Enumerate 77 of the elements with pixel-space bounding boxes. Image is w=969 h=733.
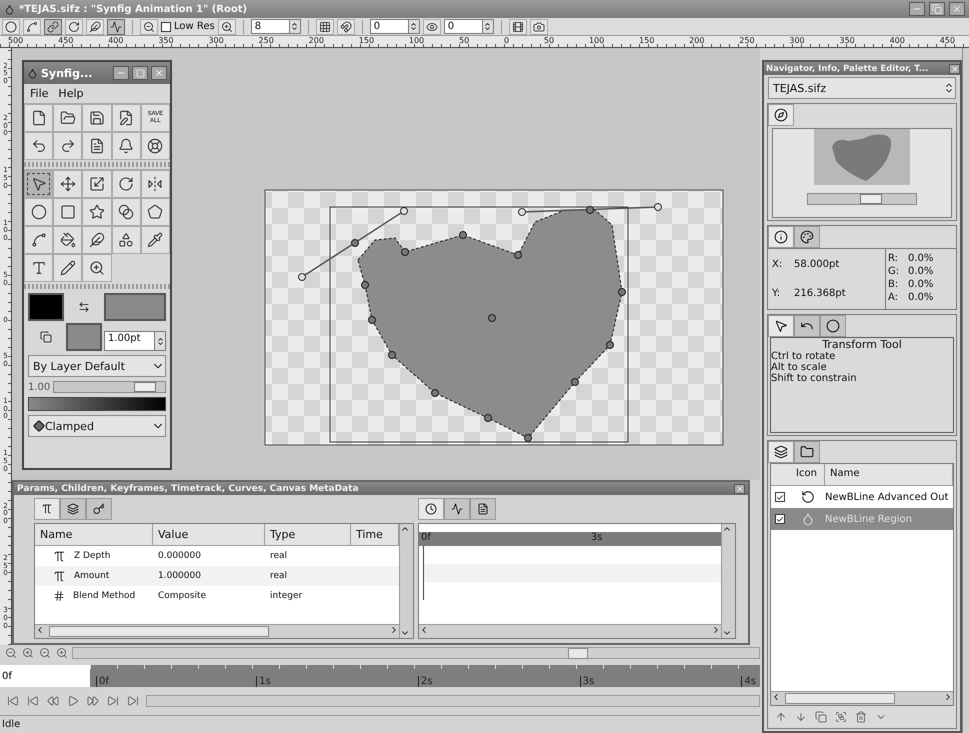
ruler-label: 100 — [588, 36, 604, 47]
opacity-value: 1.00 — [28, 382, 50, 392]
param-type: real — [269, 551, 288, 561]
channel-label: G: — [888, 266, 900, 279]
layer-name: NewBLine Advanced Out — [825, 492, 950, 502]
column-header[interactable]: Name — [825, 464, 953, 485]
layer-name: NewBLine Region — [825, 514, 913, 524]
menu-item[interactable]: Help — [58, 87, 84, 100]
ruler-label: 150 — [639, 36, 654, 47]
time-label: 4s — [741, 676, 756, 687]
param-name: Z Depth — [73, 551, 110, 561]
blend-method-dropdown[interactable]: By Layer Default — [28, 355, 166, 377]
ruler-label: 350 — [839, 36, 855, 47]
window-title: *TEJAS.sifz : "Synfig Animation 1" (Root) — [19, 4, 248, 14]
status-text: Idle — [2, 719, 20, 730]
low-res-checkbox[interactable]: Low Res — [161, 21, 215, 32]
ruler-label: 300 — [208, 36, 224, 47]
column-header[interactable]: Value — [153, 524, 265, 545]
ruler-label: 300 — [789, 36, 805, 47]
channel-value: 0.0% — [908, 266, 934, 279]
param-type: real — [269, 571, 288, 581]
time-label: 1s — [256, 676, 271, 687]
quality-spinner[interactable]: 8 — [250, 19, 301, 34]
param-name: Amount — [73, 571, 110, 581]
tool-title: Transform Tool — [821, 338, 903, 351]
channel-value: 0.0% — [908, 279, 934, 292]
ruler-label: 400 — [108, 36, 124, 47]
info-label: Y: — [772, 288, 782, 299]
channel-value: 0.0% — [908, 292, 934, 305]
ruler-label: 200 — [308, 36, 324, 47]
ruler-label: 50 — [458, 36, 470, 47]
ruler-label: 200 — [689, 36, 704, 47]
current-time-field[interactable]: 0f — [0, 665, 90, 687]
ruler-label: 450 — [58, 36, 74, 47]
ruler-label: 500 — [8, 36, 24, 47]
panel-title: Params, Children, Keyframes, Timetrack, Curves, Canvas MetaData — [17, 484, 359, 494]
info-value: 216.368pt — [794, 288, 847, 299]
column-header[interactable]: Name — [35, 524, 153, 545]
future-onion-spinner[interactable]: 0 — [444, 19, 494, 34]
column-header[interactable]: Icon — [791, 464, 825, 485]
ruler-label: 400 — [890, 36, 905, 47]
tool-hint: Ctrl to rotate — [771, 351, 836, 362]
file-dropdown[interactable]: TEJAS.sifz — [768, 77, 956, 99]
param-value: 0.000000 — [157, 551, 202, 561]
toolbox-title: Synfig... — [41, 66, 94, 80]
width-spinner[interactable]: 1.00pt — [104, 331, 166, 351]
channel-label: A: — [888, 292, 900, 305]
time-label: 2s — [418, 676, 432, 687]
ruler-label: 150 — [358, 36, 374, 47]
tool-hint: Shift to constrain — [771, 373, 858, 384]
info-value: 58.000pt — [794, 259, 840, 270]
channel-label: B: — [888, 279, 900, 292]
ruler-label: 0 — [504, 36, 510, 47]
ruler-label: 50 — [544, 36, 554, 47]
param-name: Blend Method — [72, 591, 136, 601]
tool-hint: Alt to scale — [771, 362, 828, 373]
time-label: 0f — [421, 532, 431, 545]
param-type: integer — [269, 591, 304, 601]
ruler-label: 100 — [408, 36, 424, 47]
time-label: 0f — [96, 676, 109, 687]
ruler-label: 450 — [940, 36, 955, 47]
panel-title: Navigator, Info, Palette Editor, T... — [766, 64, 930, 74]
channel-label: R: — [888, 253, 900, 266]
time-label: 3s — [580, 676, 594, 687]
interpolation-dropdown[interactable]: Clamped — [28, 415, 166, 437]
ruler-label: 250 — [739, 36, 755, 47]
ruler-label: 250 — [258, 36, 274, 47]
past-onion-spinner[interactable]: 0 — [370, 19, 420, 34]
channel-value: 0.0% — [908, 253, 934, 266]
info-label: X: — [772, 259, 784, 270]
param-value: Composite — [157, 591, 208, 601]
time-ruler[interactable]: 0f 1s 2s 3s 4s — [90, 665, 760, 687]
ruler-label: 350 — [158, 36, 174, 47]
column-header[interactable]: Type — [265, 524, 351, 545]
menu-item[interactable]: File — [30, 87, 48, 100]
time-label: 3s — [590, 532, 602, 545]
param-value: 1.000000 — [157, 571, 202, 581]
